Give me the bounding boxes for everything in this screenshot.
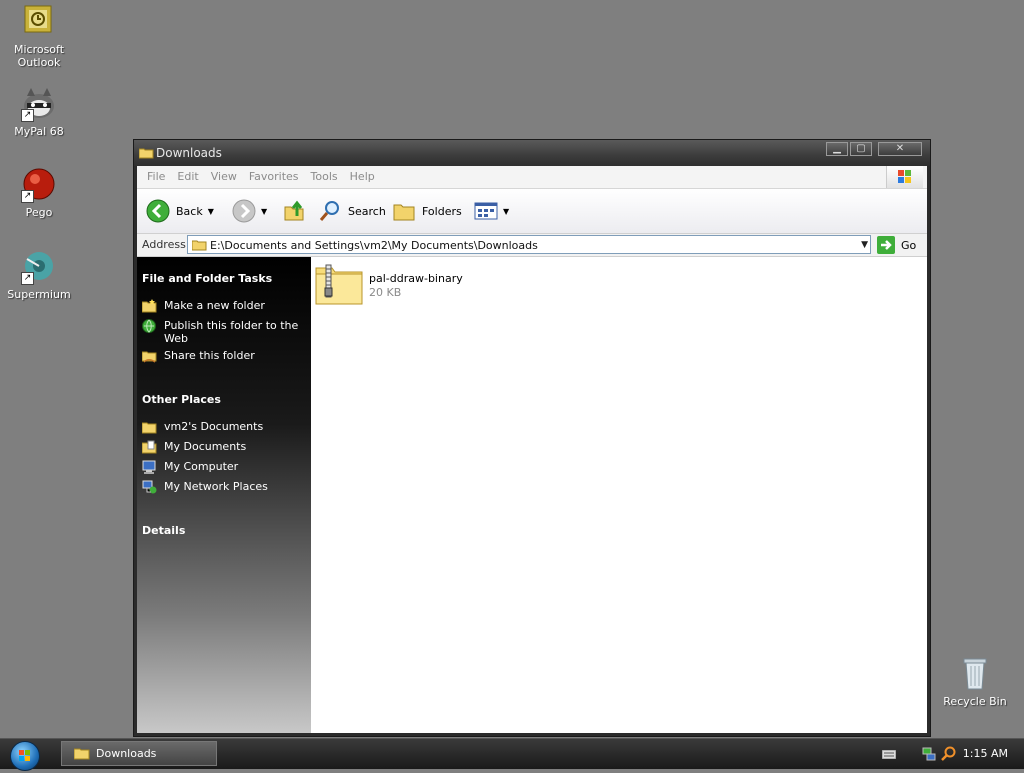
menu-edit[interactable]: Edit [171, 166, 204, 188]
back-button[interactable]: Back ▼ [146, 198, 214, 224]
globe-icon [142, 319, 156, 333]
go-button[interactable]: Go [877, 236, 916, 254]
file-size: 20 KB [369, 286, 402, 299]
taskbar: Downloads 1:15 AM [0, 738, 1024, 771]
place-my-network-places[interactable]: My Network Places [142, 480, 307, 494]
menu-tools[interactable]: Tools [305, 166, 344, 188]
file-name: pal-ddraw-binary [369, 272, 463, 285]
search-icon [319, 201, 339, 221]
folder-icon [74, 748, 90, 760]
go-arrow-icon [877, 236, 895, 254]
my-documents-icon [142, 440, 157, 454]
windows-logo-icon [19, 750, 30, 761]
folder-icon [138, 147, 154, 162]
mypal-icon: ↗ [21, 86, 57, 122]
up-folder-icon [284, 200, 304, 221]
place-my-documents[interactable]: My Documents [142, 440, 307, 454]
desktop-icon-label: Supermium [7, 288, 71, 301]
desktop-icon-label: Recycle Bin [943, 695, 1007, 708]
shortcut-arrow-icon: ↗ [21, 272, 34, 285]
explorer-window: Downloads ▁ ▢ ✕ File Edit View Favorites Too… [133, 139, 931, 737]
zip-folder-icon [315, 264, 363, 305]
address-value: E:\Documents and Settings\vm2\My Documen… [210, 239, 538, 252]
folders-icon [393, 204, 415, 221]
network-places-icon [142, 480, 157, 494]
menu-help[interactable]: Help [344, 166, 381, 188]
desktop-icon-pego[interactable]: ↗ Pego [0, 167, 78, 219]
toolbar: Back ▼ ▼ Search Folders ▼ [137, 189, 927, 234]
desktop-icon-label: MyPal 68 [14, 125, 64, 138]
file-folder-tasks-heading: File and Folder Tasks [142, 272, 273, 285]
go-label: Go [901, 238, 917, 252]
window-title: Downloads [156, 146, 222, 160]
outlook-icon [21, 4, 57, 40]
menu-favorites[interactable]: Favorites [243, 166, 305, 188]
maximize-button[interactable]: ▢ [850, 142, 872, 156]
shortcut-arrow-icon: ↗ [21, 190, 34, 203]
title-bar[interactable]: Downloads ▁ ▢ ✕ [134, 140, 930, 166]
up-folder-button[interactable] [283, 198, 307, 224]
search-label: Search [348, 204, 386, 218]
chevron-down-icon[interactable]: ▼ [503, 207, 509, 216]
forward-arrow-icon [232, 199, 256, 223]
address-label: Address [142, 238, 186, 251]
close-button[interactable]: ✕ [878, 142, 922, 156]
supermium-icon: ↗ [21, 249, 57, 285]
folder-icon [192, 240, 207, 251]
keyboard-icon[interactable] [882, 750, 896, 759]
chevron-down-icon[interactable]: ▼ [261, 207, 267, 216]
menu-file[interactable]: File [141, 166, 171, 188]
back-label: Back [176, 204, 203, 218]
pego-icon: ↗ [21, 167, 57, 203]
desktop-icon-supermium[interactable]: ↗ Supermium [0, 249, 78, 301]
search-button[interactable]: Search [318, 198, 386, 224]
folders-button[interactable]: Folders [392, 198, 462, 224]
task-pane: File and Folder Tasks Make a new folder … [137, 257, 311, 733]
my-computer-icon [142, 460, 156, 474]
file-list-area[interactable]: pal-ddraw-binary 20 KB [311, 257, 927, 733]
place-my-computer[interactable]: My Computer [142, 460, 307, 474]
forward-button[interactable]: ▼ [232, 198, 267, 224]
details-heading[interactable]: Details [142, 524, 185, 537]
folder-icon [142, 422, 157, 434]
clock: 1:15 AM [962, 747, 1008, 760]
task-share-folder[interactable]: Share this folder [142, 349, 307, 363]
new-folder-icon [142, 299, 157, 313]
windows-logo-icon [886, 166, 923, 188]
other-places-heading: Other Places [142, 393, 221, 406]
share-folder-icon [142, 351, 157, 363]
shortcut-arrow-icon: ↗ [21, 109, 34, 122]
taskbar-button-downloads[interactable]: Downloads [61, 741, 217, 766]
start-button[interactable] [10, 741, 40, 771]
file-item[interactable]: pal-ddraw-binary 20 KB [315, 263, 463, 305]
desktop-icon-outlook[interactable]: Microsoft Outlook [0, 4, 78, 69]
recycle-bin-icon [957, 656, 993, 692]
task-make-new-folder[interactable]: Make a new folder [142, 299, 307, 313]
network-tray-icon[interactable] [922, 747, 936, 761]
back-arrow-icon [146, 199, 170, 223]
desktop-icon-recycle-bin[interactable]: Recycle Bin [936, 656, 1014, 708]
task-publish-folder-web[interactable]: Publish this folder to the Web [142, 319, 307, 345]
place-vm2-documents[interactable]: vm2's Documents [142, 420, 307, 434]
search-tray-icon[interactable] [941, 746, 956, 761]
views-button[interactable]: ▼ [474, 198, 509, 224]
minimize-button[interactable]: ▁ [826, 142, 848, 156]
menu-bar: File Edit View Favorites Tools Help [137, 166, 927, 189]
chevron-down-icon[interactable]: ▼ [208, 207, 214, 216]
chevron-down-icon[interactable]: ▼ [861, 240, 868, 250]
desktop-icon-mypal[interactable]: ↗ MyPal 68 [0, 86, 78, 138]
menu-view[interactable]: View [205, 166, 243, 188]
views-icon [474, 202, 498, 220]
desktop-icon-label: Microsoft Outlook [13, 43, 65, 69]
folders-label: Folders [422, 204, 462, 218]
address-bar: Address E:\Documents and Settings\vm2\My… [137, 234, 927, 257]
desktop-icon-label: Pego [25, 206, 53, 219]
address-input[interactable]: E:\Documents and Settings\vm2\My Documen… [187, 235, 871, 254]
